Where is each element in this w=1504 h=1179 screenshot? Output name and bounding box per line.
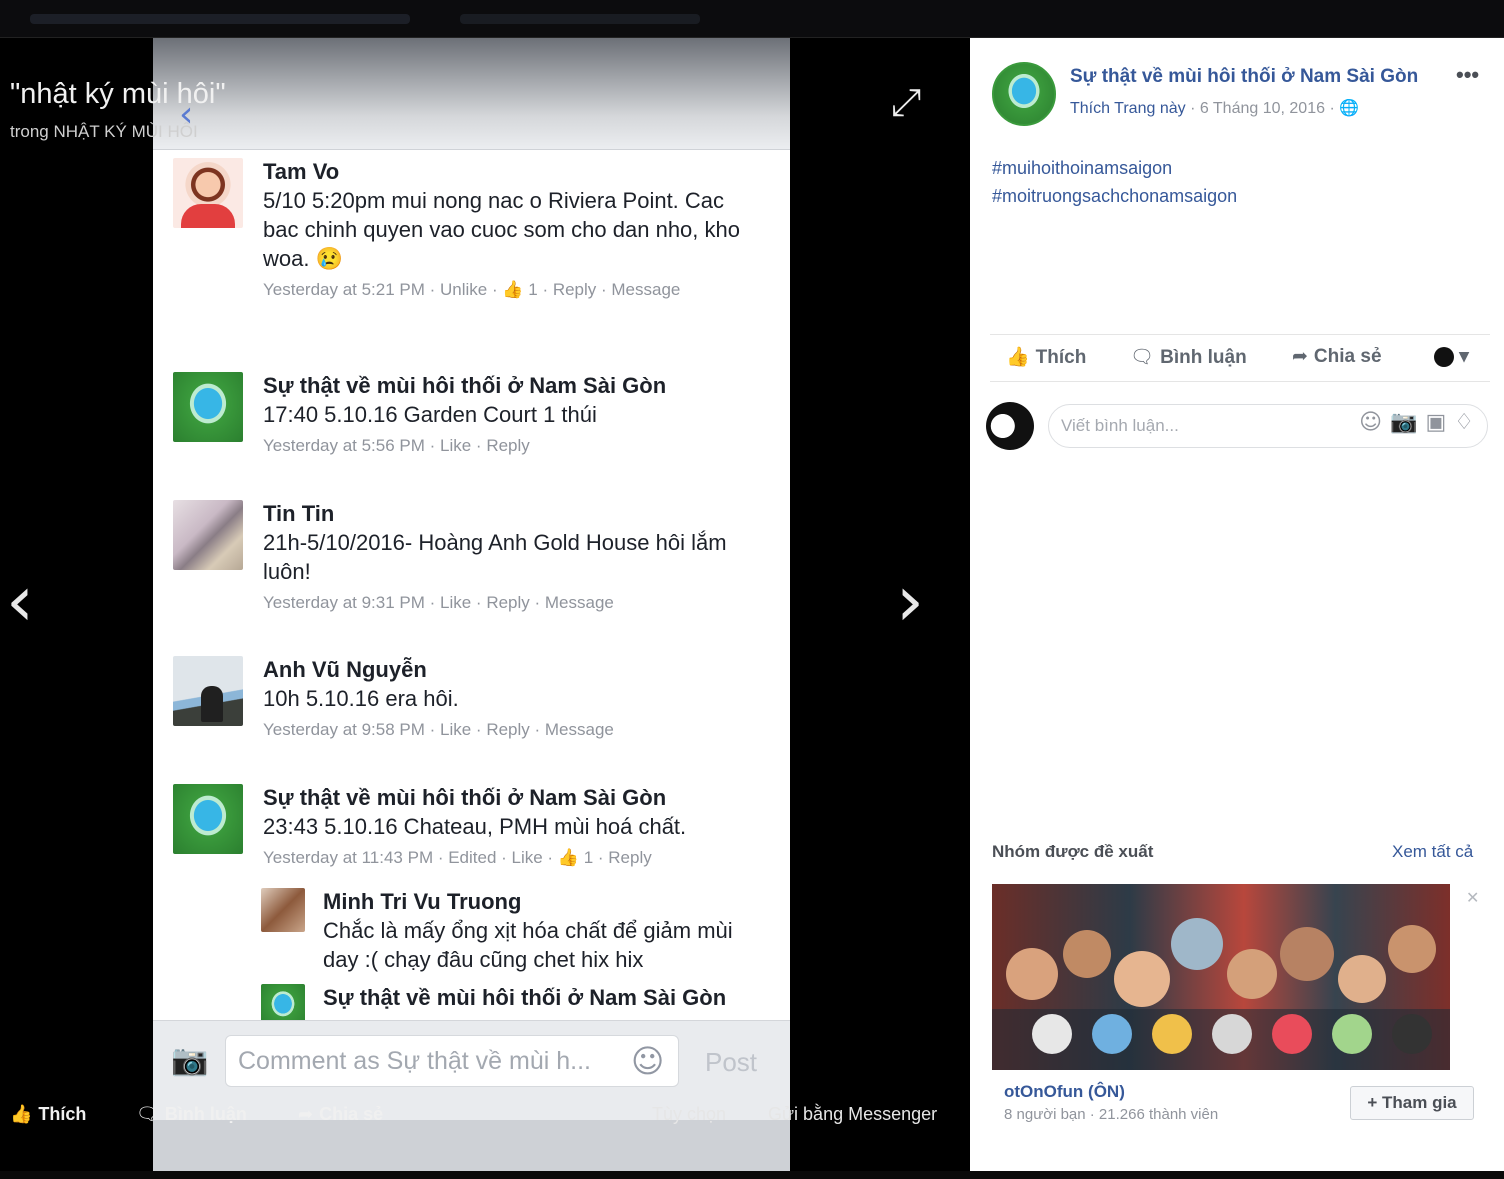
comment-icon: 🗨 bbox=[136, 1104, 159, 1125]
comment-author: Sự thật về mùi hôi thối ở Nam Sài Gòn bbox=[263, 373, 667, 398]
top-bar bbox=[0, 0, 1504, 38]
post-actions: 👍 Thích 🗨 Bình luận ➦ Chia sẻ ▾ bbox=[990, 334, 1490, 382]
post-meta: Thích Trang này · 6 Tháng 10, 2016 · 🌐 bbox=[1070, 98, 1359, 118]
chevron-left-icon[interactable]: ‹ bbox=[6, 566, 34, 636]
divider bbox=[153, 149, 790, 150]
close-icon[interactable]: ✕ bbox=[1466, 888, 1479, 908]
share-icon: ➦ bbox=[298, 1104, 314, 1125]
photo-screenshot: ‹ Tam Vo 5/10 5:20pm mui nong nac o Rivi… bbox=[153, 38, 790, 1171]
comment-author: Anh Vũ Nguyễn bbox=[263, 657, 427, 682]
suggested-group-cover[interactable] bbox=[992, 884, 1450, 1070]
page-name[interactable]: Sự thật về mùi hôi thối ở Nam Sài Gòn bbox=[1070, 66, 1418, 88]
avatar bbox=[173, 500, 243, 570]
options-button[interactable]: Tùy chọn bbox=[652, 1104, 726, 1125]
album-title[interactable]: "nhật ký mùi hôi" bbox=[10, 78, 226, 111]
comment-meta: Yesterday at 5:56 PM · Like · Reply bbox=[263, 436, 530, 455]
top-bar-blur bbox=[30, 14, 410, 24]
expand-icon[interactable]: ⤢ bbox=[884, 80, 928, 124]
avatar bbox=[173, 784, 243, 854]
reply-author: Sự thật về mùi hôi thối ở Nam Sài Gòn bbox=[323, 985, 727, 1010]
post-hashtags: #muihoithoinamsaigon #moitruongsachchona… bbox=[992, 154, 1237, 210]
comment-author: Tin Tin bbox=[263, 501, 335, 526]
comment-button[interactable]: 🗨 Bình luận bbox=[136, 1104, 247, 1125]
see-all-link[interactable]: Xem tất cả bbox=[1392, 842, 1473, 862]
camera-icon[interactable]: 📷 bbox=[171, 1043, 208, 1079]
avatar bbox=[173, 372, 243, 442]
like-page-link[interactable]: Thích Trang này bbox=[1070, 100, 1186, 117]
post-button[interactable]: Post bbox=[705, 1047, 757, 1078]
send-messenger-button[interactable]: Gửi bằng Messenger bbox=[768, 1104, 937, 1125]
comment-author: Sự thật về mùi hôi thối ở Nam Sài Gòn bbox=[263, 785, 667, 810]
share-icon: ➦ bbox=[1292, 345, 1308, 367]
comment-composer: Viết bình luận... ☺📷▣♢ bbox=[986, 400, 1490, 450]
persona-switcher[interactable]: ▾ bbox=[1434, 345, 1469, 368]
chevron-right-icon[interactable]: › bbox=[896, 566, 924, 636]
comment-icon: 🗨 bbox=[1130, 346, 1155, 368]
like-button[interactable]: 👍 Thích bbox=[10, 1104, 86, 1125]
comment-meta: Yesterday at 9:31 PM · Like · Reply · Me… bbox=[263, 593, 614, 612]
avatar bbox=[986, 402, 1034, 450]
more-options-icon[interactable]: ••• bbox=[1456, 62, 1479, 88]
comment-text: 5/10 5:20pm mui nong nac o Riviera Point… bbox=[263, 188, 740, 271]
comment-input[interactable]: Comment as Sự thật về mùi h... bbox=[225, 1035, 679, 1087]
comment-meta: Yesterday at 9:58 PM · Like · Reply · Me… bbox=[263, 720, 614, 739]
suggested-groups-title: Nhóm được đề xuất bbox=[992, 842, 1154, 861]
bottom-strip bbox=[0, 1171, 1504, 1179]
hashtag-link[interactable]: #muihoithoinamsaigon bbox=[992, 154, 1237, 182]
top-bar-blur bbox=[460, 14, 700, 24]
join-group-button[interactable]: + Tham gia bbox=[1350, 1086, 1474, 1120]
comment-text: 23:43 5.10.16 Chateau, PMH mùi hoá chất. bbox=[263, 814, 687, 839]
suggested-group-name[interactable]: otOnOfun (ÔN) bbox=[1004, 1082, 1125, 1102]
comment-text: 10h 5.10.16 era hôi. bbox=[263, 686, 459, 711]
comment-button[interactable]: 🗨 Bình luận bbox=[1130, 345, 1247, 369]
avatar bbox=[261, 888, 305, 932]
suggested-group-meta: 8 người bạn · 21.266 thành viên bbox=[1004, 1106, 1219, 1123]
phone-header: ‹ bbox=[153, 38, 790, 150]
share-button[interactable]: ➦ Chia sẻ bbox=[1292, 345, 1382, 368]
avatar bbox=[173, 656, 243, 726]
like-button[interactable]: 👍 Thích bbox=[1006, 345, 1086, 369]
emoji-icon[interactable]: ☺ bbox=[631, 1043, 664, 1079]
group-cover-image bbox=[992, 918, 1450, 1070]
composer-icons[interactable]: ☺📷▣♢ bbox=[1359, 410, 1482, 435]
persona-avatar bbox=[1434, 346, 1454, 367]
reply-item: Sự thật về mùi hôi thối ở Nam Sài Gòn bbox=[261, 984, 761, 1020]
album-subtitle[interactable]: trong NHẬT KÝ MÙI HÔI bbox=[10, 122, 198, 142]
post-date: · 6 Tháng 10, 2016 · bbox=[1185, 100, 1340, 117]
post-side-panel: Sự thật về mùi hôi thối ở Nam Sài Gòn ••… bbox=[970, 38, 1504, 1171]
theater-actions: 👍 Thích 🗨 Bình luận ➦ Chia sẻ Tùy chọn Gửi … bbox=[0, 1104, 970, 1144]
comment-author: Tam Vo bbox=[263, 159, 340, 184]
avatar bbox=[261, 984, 305, 1020]
page-avatar[interactable] bbox=[992, 62, 1056, 126]
comment-meta: Yesterday at 5:21 PM · Unlike · 👍 1 · Re… bbox=[263, 280, 681, 299]
globe-icon: 🌐 bbox=[1339, 98, 1360, 117]
reply-author: Minh Tri Vu Truong bbox=[323, 889, 522, 914]
thumbs-up-icon: 👍 bbox=[1006, 346, 1030, 368]
comment-text: 17:40 5.10.16 Garden Court 1 thúi bbox=[263, 402, 597, 427]
comment-meta: Yesterday at 11:43 PM · Edited · Like · … bbox=[263, 848, 652, 867]
avatar bbox=[173, 158, 243, 228]
share-button[interactable]: ➦ Chia sẻ bbox=[298, 1104, 383, 1125]
hashtag-link[interactable]: #moitruongsachchonamsaigon bbox=[992, 182, 1237, 210]
comment-text: 21h-5/10/2016- Hoàng Anh Gold House hôi … bbox=[263, 530, 727, 584]
reply-text: Chắc là mấy ổng xịt hóa chất để giảm mùi… bbox=[323, 918, 733, 972]
thumbs-up-icon: 👍 bbox=[10, 1104, 33, 1125]
